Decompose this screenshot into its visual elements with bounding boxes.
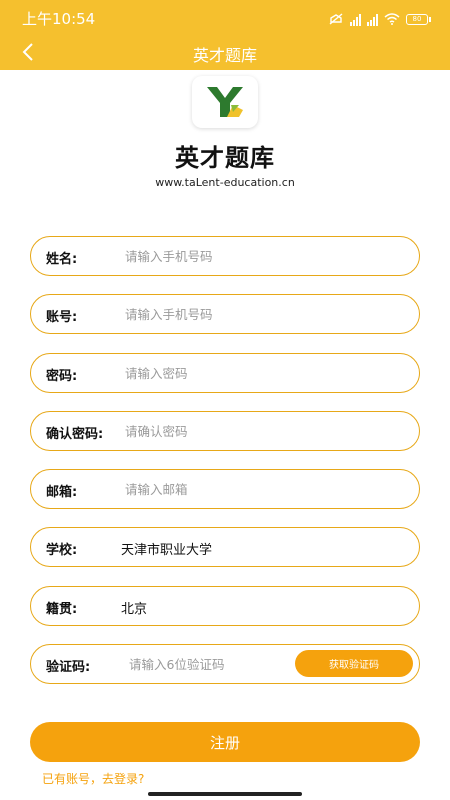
status-icons: 80 [328, 10, 431, 29]
email-label: 邮箱: [46, 485, 78, 500]
login-link[interactable]: 已有账号，去登录? [42, 770, 144, 787]
account-input[interactable] [125, 303, 305, 325]
wifi-icon [384, 10, 400, 29]
name-field[interactable]: 姓名: [30, 236, 420, 276]
battery-icon: 80 [406, 14, 431, 25]
confirm-password-field[interactable]: 确认密码: [30, 411, 420, 451]
verification-code-input[interactable] [129, 653, 289, 675]
status-bar: 上午10:54 80 [0, 0, 450, 34]
school-label: 学校: [46, 543, 78, 558]
app-name: 英才题库 [175, 144, 275, 172]
hometown-label: 籍贯: [46, 602, 78, 617]
verification-code-label: 验证码: [46, 660, 91, 675]
account-label: 账号: [46, 310, 78, 325]
app-logo [192, 76, 258, 128]
school-value[interactable]: 天津市职业大学 [121, 539, 212, 558]
password-field[interactable]: 密码: [30, 353, 420, 393]
name-label: 姓名: [46, 252, 78, 267]
hd-signal-icon [350, 13, 361, 26]
hometown-value[interactable]: 北京 [121, 598, 147, 617]
nav-title: 英才题库 [192, 46, 257, 65]
website-url: www.taLent-education.cn [155, 176, 295, 189]
status-time: 上午10:54 [22, 10, 96, 28]
confirm-password-input[interactable] [125, 420, 305, 442]
hometown-field[interactable]: 籍贯: 北京 [30, 586, 420, 626]
confirm-password-label: 确认密码: [46, 427, 104, 442]
register-button[interactable]: 注册 [30, 722, 420, 762]
password-input[interactable] [125, 362, 305, 384]
verification-code-field[interactable]: 验证码: 获取验证码 [30, 644, 420, 684]
hd-signal-icon [367, 13, 378, 26]
school-field[interactable]: 学校: 天津市职业大学 [30, 527, 420, 567]
name-input[interactable] [125, 245, 305, 267]
password-label: 密码: [46, 369, 78, 384]
email-field[interactable]: 邮箱: [30, 469, 420, 509]
home-indicator [148, 792, 302, 796]
account-field[interactable]: 账号: [30, 294, 420, 334]
nav-bar: 英才题库 [0, 34, 450, 70]
silent-icon [328, 10, 344, 29]
email-input[interactable] [125, 478, 305, 500]
get-code-button[interactable]: 获取验证码 [295, 650, 413, 677]
